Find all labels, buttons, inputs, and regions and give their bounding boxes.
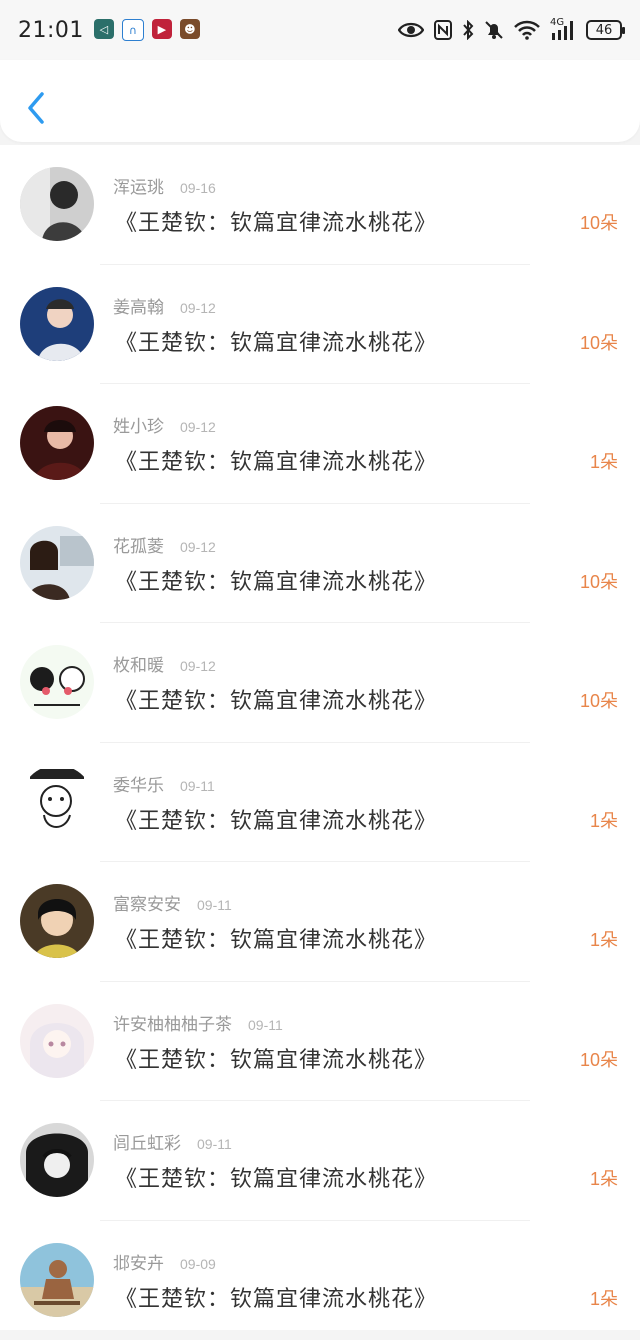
- list-item[interactable]: 闾丘虹彩 09-11 《王楚钦：钦篇宜律流水桃花》 1朵: [0, 1101, 640, 1221]
- list-item[interactable]: 委华乐 09-11 《王楚钦：钦篇宜律流水桃花》 1朵: [0, 743, 640, 863]
- item-title: 《王楚钦：钦篇宜律流水桃花》: [115, 922, 437, 954]
- avatar[interactable]: [20, 884, 94, 958]
- mute-bell-icon: [484, 19, 504, 41]
- list-item[interactable]: 邶安卉 09-09 《王楚钦：钦篇宜律流水桃花》 1朵: [0, 1221, 640, 1340]
- user-name: 闾丘虹彩 09-11: [113, 1129, 232, 1154]
- item-title: 《王楚钦：钦篇宜律流水桃花》: [115, 683, 437, 715]
- user-name-text: 花孤菱: [113, 537, 164, 557]
- chevron-left-icon: [22, 88, 52, 128]
- date: 09-16: [180, 180, 216, 196]
- date: 09-11: [180, 778, 215, 794]
- back-button[interactable]: [22, 88, 52, 128]
- user-name-text: 许安柚柚柚子茶: [113, 1015, 232, 1035]
- avatar[interactable]: [20, 287, 94, 361]
- date: 09-11: [197, 1136, 232, 1152]
- network-type: 4G: [550, 17, 564, 28]
- flower-count: 1朵: [590, 1165, 618, 1191]
- avatar[interactable]: [20, 1243, 94, 1317]
- avatar[interactable]: [20, 167, 94, 241]
- bluetooth-icon: [462, 19, 474, 41]
- flower-count: 10朵: [580, 687, 618, 713]
- nav-bar: [0, 60, 640, 142]
- status-right: 4G 46: [398, 19, 622, 41]
- item-title: 《王楚钦：钦篇宜律流水桃花》: [115, 564, 437, 596]
- user-name-text: 富察安安: [113, 895, 181, 915]
- item-title: 《王楚钦：钦篇宜律流水桃花》: [115, 1042, 437, 1074]
- battery-indicator: 46: [586, 20, 622, 40]
- flower-count: 10朵: [580, 1046, 618, 1072]
- user-name: 邶安卉 09-09: [113, 1249, 216, 1274]
- flower-count: 1朵: [590, 448, 618, 474]
- date: 09-11: [248, 1017, 283, 1033]
- notification-icons: ◁ ∩ ▶ ☻: [94, 19, 200, 41]
- wifi-icon: [514, 19, 540, 41]
- status-bar: 21:01 ◁ ∩ ▶ ☻ 4G 46: [0, 0, 640, 60]
- flower-count: 1朵: [590, 807, 618, 833]
- list-item[interactable]: 浑运珧 09-16 《王楚钦：钦篇宜律流水桃花》 10朵: [0, 145, 640, 265]
- date: 09-12: [180, 658, 216, 674]
- status-time: 21:01: [18, 18, 84, 43]
- date: 09-11: [197, 897, 232, 913]
- avatar[interactable]: [20, 1123, 94, 1197]
- item-title: 《王楚钦：钦篇宜律流水桃花》: [115, 803, 437, 835]
- list-item[interactable]: 花孤菱 09-12 《王楚钦：钦篇宜律流水桃花》 10朵: [0, 504, 640, 624]
- date: 09-12: [180, 300, 216, 316]
- telegram-app-icon: ◁: [94, 19, 114, 39]
- list-item[interactable]: 姜高翰 09-12 《王楚钦：钦篇宜律流水桃花》 10朵: [0, 265, 640, 385]
- user-name: 浑运珧 09-16: [113, 173, 216, 198]
- avatar[interactable]: [20, 645, 94, 719]
- flower-count: 1朵: [590, 1285, 618, 1311]
- date: 09-09: [180, 1256, 216, 1272]
- flower-count: 10朵: [580, 568, 618, 594]
- user-name: 姜高翰 09-12: [113, 293, 216, 318]
- date: 09-12: [180, 419, 216, 435]
- user-name-text: 闾丘虹彩: [113, 1134, 181, 1154]
- eye-icon: [398, 19, 424, 41]
- item-title: 《王楚钦：钦篇宜律流水桃花》: [115, 205, 437, 237]
- signal-icon: 4G: [550, 19, 576, 41]
- avatar[interactable]: [20, 406, 94, 480]
- user-name-text: 姜高翰: [113, 298, 164, 318]
- flower-count: 10朵: [580, 329, 618, 355]
- user-name-text: 邶安卉: [113, 1254, 164, 1274]
- item-title: 《王楚钦：钦篇宜律流水桃花》: [115, 325, 437, 357]
- user-name: 姓小珍 09-12: [113, 412, 216, 437]
- user-name: 富察安安 09-11: [113, 890, 232, 915]
- item-title: 《王楚钦：钦篇宜律流水桃花》: [115, 1161, 437, 1193]
- user-name-text: 姓小珍: [113, 417, 164, 437]
- flower-count: 1朵: [590, 926, 618, 952]
- avatar[interactable]: [20, 526, 94, 600]
- date: 09-12: [180, 539, 216, 555]
- avatar[interactable]: [20, 765, 94, 839]
- list-item[interactable]: 枚和暖 09-12 《王楚钦：钦篇宜律流水桃花》 10朵: [0, 623, 640, 743]
- list-item[interactable]: 许安柚柚柚子茶 09-11 《王楚钦：钦篇宜律流水桃花》 10朵: [0, 982, 640, 1102]
- gift-list: 浑运珧 09-16 《王楚钦：钦篇宜律流水桃花》 10朵 姜高翰 09-12 《王楚…: [0, 145, 640, 1330]
- game-app-icon: ☻: [180, 19, 200, 39]
- user-name-text: 委华乐: [113, 776, 164, 796]
- user-name: 委华乐 09-11: [113, 771, 215, 796]
- list-item[interactable]: 富察安安 09-11 《王楚钦：钦篇宜律流水桃花》 1朵: [0, 862, 640, 982]
- list-item[interactable]: 姓小珍 09-12 《王楚钦：钦篇宜律流水桃花》 1朵: [0, 384, 640, 504]
- nfc-icon: [434, 19, 452, 41]
- avatar[interactable]: [20, 1004, 94, 1078]
- flower-count: 10朵: [580, 209, 618, 235]
- user-name: 花孤菱 09-12: [113, 532, 216, 557]
- item-title: 《王楚钦：钦篇宜律流水桃花》: [115, 444, 437, 476]
- item-title: 《王楚钦：钦篇宜律流水桃花》: [115, 1281, 437, 1313]
- user-name-text: 枚和暖: [113, 656, 164, 676]
- video-app-icon: ▶: [152, 19, 172, 39]
- lock-app-icon: ∩: [122, 19, 144, 41]
- user-name: 枚和暖 09-12: [113, 651, 216, 676]
- user-name: 许安柚柚柚子茶 09-11: [113, 1010, 283, 1035]
- user-name-text: 浑运珧: [113, 178, 164, 198]
